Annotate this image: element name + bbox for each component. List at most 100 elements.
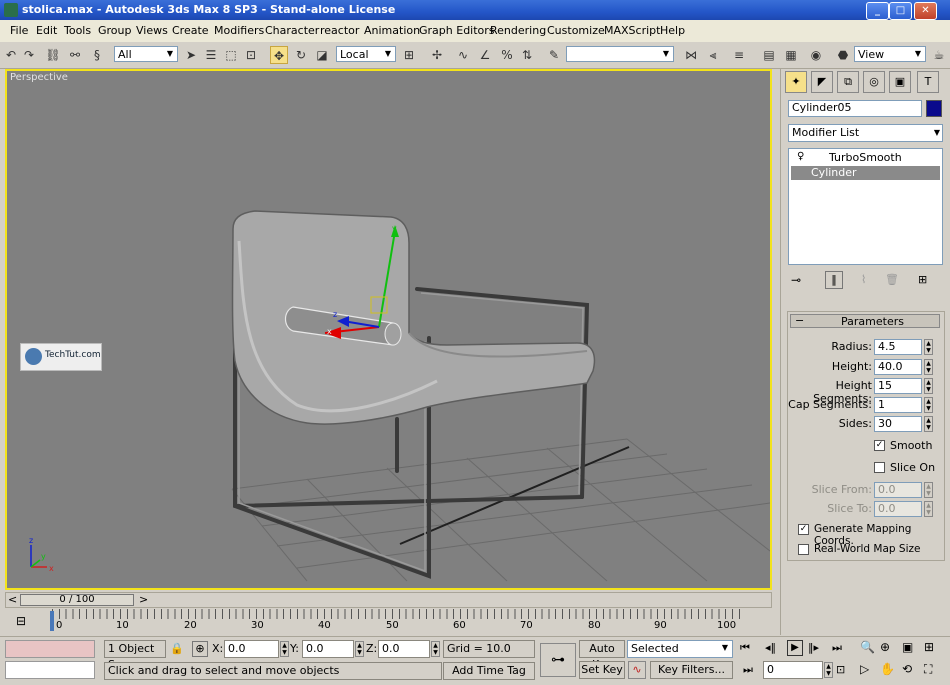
reference-coord-dropdown[interactable]: Local ▼: [336, 46, 396, 62]
time-slider[interactable]: < 0 / 100 >: [5, 592, 772, 608]
zoom-extents-all-icon[interactable]: ⊞: [924, 640, 934, 654]
layer-manager-icon[interactable]: ≡: [730, 46, 748, 64]
add-time-tag-button[interactable]: Add Time Tag: [443, 662, 535, 680]
spinner-snap-icon[interactable]: ⇅: [518, 46, 536, 64]
field-of-view-icon[interactable]: ▷: [860, 662, 869, 676]
time-slider-prev[interactable]: <: [8, 593, 17, 606]
z-coord-spinner[interactable]: ▲ ▼: [431, 641, 440, 657]
quick-render-icon[interactable]: ☕: [930, 46, 948, 64]
unlink-icon[interactable]: ⚯: [66, 46, 84, 64]
menu-character[interactable]: Character: [265, 24, 319, 37]
configure-sets-icon[interactable]: ⊞: [918, 273, 927, 286]
render-scene-icon[interactable]: ⬣: [834, 46, 852, 64]
remove-modifier-icon[interactable]: 🗑: [885, 273, 899, 286]
height-segments-field[interactable]: 15: [874, 378, 922, 394]
maxscript-listener[interactable]: [5, 640, 95, 658]
select-by-name-icon[interactable]: ☰: [202, 46, 220, 64]
slice-on-checkbox[interactable]: [874, 462, 885, 473]
key-mode-toggle-icon[interactable]: ⏭: [743, 663, 753, 677]
lock-icon[interactable]: 🔒: [170, 642, 184, 655]
menu-maxscript[interactable]: MAXScript: [604, 24, 660, 37]
key-mode-dropdown[interactable]: Selected ▼: [627, 640, 733, 658]
z-coord-field[interactable]: 0.0: [378, 640, 430, 658]
radius-spinner[interactable]: ▲ ▼: [924, 339, 933, 355]
y-coord-field[interactable]: 0.0: [302, 640, 354, 658]
set-key-mode-icon[interactable]: ⊶: [540, 643, 576, 677]
radius-field[interactable]: 4.5: [874, 339, 922, 355]
undo-icon[interactable]: ↶: [2, 46, 20, 64]
lightbulb-icon[interactable]: ♀: [797, 151, 804, 162]
minimize-button[interactable]: _: [866, 2, 889, 20]
cap-segments-spinner[interactable]: ▲ ▼: [924, 397, 933, 413]
zoom-all-icon[interactable]: ⊕: [880, 640, 890, 654]
schematic-view-icon[interactable]: ▦: [782, 46, 800, 64]
auto-key-button[interactable]: Auto Key: [579, 640, 625, 671]
edit-named-selection-icon[interactable]: ✎: [545, 46, 563, 64]
pin-stack-icon[interactable]: ⊸: [791, 273, 801, 287]
set-key-button[interactable]: Set Key: [579, 661, 625, 679]
angle-snap-icon[interactable]: ∠: [476, 46, 494, 64]
menu-group[interactable]: Group: [98, 24, 132, 37]
rectangular-selection-icon[interactable]: ⬚: [222, 46, 240, 64]
y-coord-spinner[interactable]: ▲ ▼: [355, 641, 364, 657]
menu-modifiers[interactable]: Modifiers: [214, 24, 264, 37]
x-coord-spinner[interactable]: ▲ ▼: [280, 641, 289, 657]
zoom-icon[interactable]: 🔍: [860, 640, 875, 654]
generate-mapping-checkbox[interactable]: ✓: [798, 524, 809, 535]
menu-edit[interactable]: Edit: [36, 24, 57, 37]
material-editor-icon[interactable]: ◉: [807, 46, 825, 64]
key-filters-button[interactable]: Key Filters...: [650, 661, 733, 679]
height-field[interactable]: 40.0: [874, 359, 922, 375]
select-and-link-icon[interactable]: ⛓: [44, 46, 62, 64]
menu-views[interactable]: Views: [136, 24, 168, 37]
curve-editor-icon[interactable]: ▤: [760, 46, 778, 64]
select-and-rotate-icon[interactable]: ↻: [292, 46, 310, 64]
viewport-label[interactable]: Perspective: [10, 72, 68, 83]
pivot-center-icon[interactable]: ⊞: [400, 46, 418, 64]
redo-icon[interactable]: ↷: [20, 46, 38, 64]
menu-tools[interactable]: Tools: [64, 24, 91, 37]
select-and-move-icon[interactable]: ✥: [270, 46, 288, 64]
track-bar-icon[interactable]: ⊟: [16, 614, 26, 628]
height-spinner[interactable]: ▲ ▼: [924, 359, 933, 375]
real-world-map-checkbox[interactable]: [798, 544, 809, 555]
snaps-toggle-icon[interactable]: ∿: [454, 46, 472, 64]
menu-animation[interactable]: Animation: [364, 24, 420, 37]
menu-reactor[interactable]: reactor: [320, 24, 359, 37]
view-dropdown[interactable]: View ▼: [854, 46, 926, 62]
percent-snap-icon[interactable]: %: [498, 46, 516, 64]
menu-graph-editors[interactable]: Graph Editors: [419, 24, 495, 37]
align-icon[interactable]: ⫷: [704, 46, 722, 64]
object-name-field[interactable]: Cylinder05: [788, 100, 922, 117]
create-tab-icon[interactable]: ✦: [785, 71, 807, 93]
go-to-start-icon[interactable]: ⏮: [740, 641, 750, 655]
time-slider-next[interactable]: >: [139, 593, 148, 606]
motion-tab-icon[interactable]: ◎: [863, 71, 885, 93]
bind-space-warp-icon[interactable]: §: [88, 46, 106, 64]
previous-frame-icon[interactable]: ◂‖: [765, 641, 776, 654]
current-frame-spinner[interactable]: ▲ ▼: [824, 662, 833, 678]
zoom-extents-icon[interactable]: ▣: [902, 640, 913, 654]
track-bar[interactable]: 0 10 20 30 40 50 60 70 80 90 100: [40, 609, 772, 634]
menu-create[interactable]: Create: [172, 24, 209, 37]
play-icon[interactable]: ▶: [787, 640, 803, 656]
menu-help[interactable]: Help: [660, 24, 685, 37]
menu-customize[interactable]: Customize: [547, 24, 605, 37]
time-slider-thumb[interactable]: 0 / 100: [20, 594, 134, 606]
named-selection-dropdown[interactable]: ▼: [566, 46, 674, 62]
hierarchy-tab-icon[interactable]: ⧉: [837, 71, 859, 93]
maxscript-listener-output[interactable]: [5, 661, 95, 679]
show-end-result-icon[interactable]: ‖: [825, 271, 843, 289]
mirror-icon[interactable]: ⋈: [682, 46, 700, 64]
maximize-viewport-icon[interactable]: ⛶: [924, 662, 932, 677]
close-button[interactable]: ✕: [914, 2, 937, 20]
selection-filter-dropdown[interactable]: All ▼: [114, 46, 178, 62]
display-tab-icon[interactable]: ▣: [889, 71, 911, 93]
x-coord-field[interactable]: 0.0: [224, 640, 279, 658]
key-curve-icon[interactable]: ∿: [628, 661, 646, 679]
perspective-viewport[interactable]: y x z z x y: [5, 69, 772, 590]
go-to-end-icon[interactable]: ⏭: [832, 641, 842, 655]
select-and-scale-icon[interactable]: ◪: [313, 46, 331, 64]
modifier-list-dropdown[interactable]: Modifier List ▼: [788, 124, 943, 142]
select-object-icon[interactable]: ➤: [182, 46, 200, 64]
